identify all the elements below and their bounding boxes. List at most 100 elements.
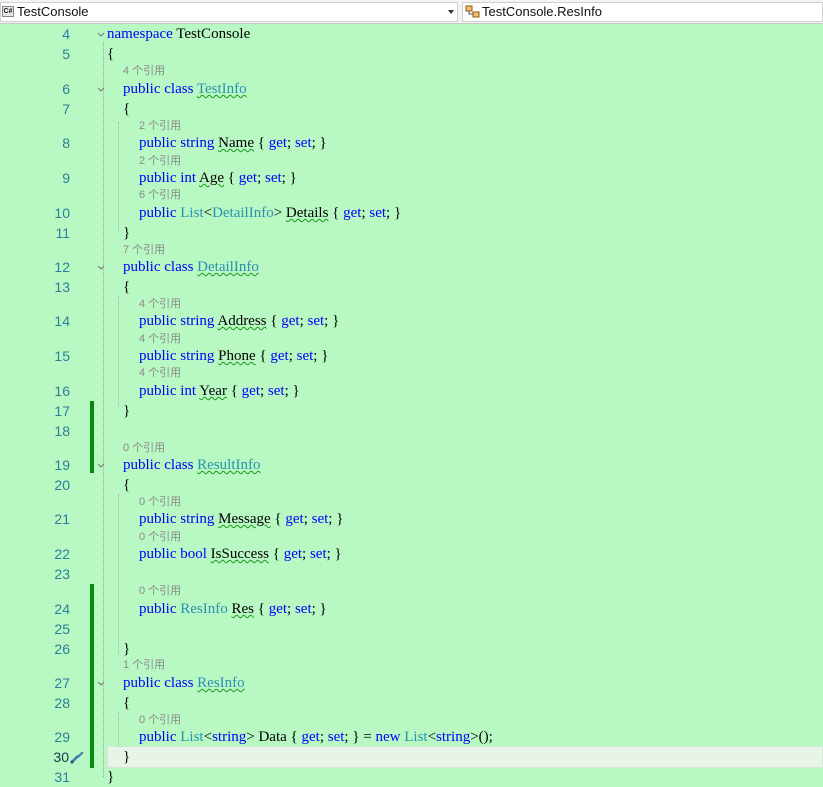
line-number: 26: [54, 641, 70, 657]
brace: {: [123, 695, 131, 711]
line-number: 30: [53, 749, 69, 765]
keyword: set: [264, 170, 282, 186]
codelens-references[interactable]: 2 个引用: [139, 154, 181, 168]
code-line: 22 public bool IsSuccess { get; set; }: [0, 544, 823, 564]
line-number: 28: [54, 695, 70, 711]
keyword: set: [296, 348, 314, 364]
codelens-references[interactable]: 0 个引用: [139, 584, 181, 598]
collapse-icon[interactable]: [97, 680, 105, 688]
line-number: 22: [54, 546, 70, 562]
keyword: get: [285, 511, 304, 527]
collapse-icon[interactable]: [97, 86, 105, 94]
code-line: 9 public int Age { get; set; }: [0, 168, 823, 188]
keyword: string: [212, 729, 247, 745]
line-number: 10: [54, 205, 70, 221]
keyword: public: [139, 348, 177, 364]
keyword: public: [139, 729, 177, 745]
keyword: get: [238, 170, 258, 186]
line-number: 12: [54, 259, 70, 275]
codelens-references[interactable]: 2 个引用: [139, 119, 181, 133]
navigation-bar: C# TestConsole TestConsole.ResInfo: [0, 0, 823, 24]
codelens-references[interactable]: 6 个引用: [139, 188, 181, 202]
code-editor[interactable]: 4 namespace TestConsole 5 { 4 个引用 6 publ…: [0, 24, 823, 785]
property-name: Age: [199, 170, 225, 186]
line-number: 21: [54, 511, 70, 527]
line-number: 17: [54, 403, 70, 419]
keyword: get: [268, 601, 288, 617]
keyword: class: [164, 457, 194, 473]
line-number: 4: [62, 26, 70, 42]
code-line: 29 public List<string> Data { get; set; …: [0, 727, 823, 747]
collapse-icon[interactable]: [97, 462, 105, 470]
code-line: 13 {: [0, 277, 823, 297]
codelens-references[interactable]: 4 个引用: [139, 332, 181, 346]
keyword: class: [164, 675, 194, 691]
line-number: 6: [62, 81, 70, 97]
chevron-down-icon[interactable]: [448, 10, 454, 14]
brace: {: [107, 46, 115, 62]
line-number: 8: [62, 135, 70, 151]
line-number: 16: [54, 383, 70, 399]
type-name: List: [180, 205, 204, 221]
class-name: TestInfo: [196, 81, 247, 97]
codelens-references[interactable]: 4 个引用: [139, 366, 181, 380]
class-name: ResInfo: [197, 675, 245, 691]
brace: }: [107, 769, 115, 785]
codelens-references[interactable]: 0 个引用: [139, 530, 181, 544]
code-line: 15 public string Phone { get; set; }: [0, 346, 823, 366]
code-line: 6 public class TestInfo: [0, 79, 823, 99]
line-number: 5: [62, 46, 70, 62]
keyword: get: [283, 546, 303, 562]
project-dropdown[interactable]: C# TestConsole: [0, 2, 458, 22]
keyword: get: [270, 348, 289, 364]
code-line-current: 30 }: [0, 747, 823, 767]
code-line: 25: [0, 619, 823, 639]
codelens-references[interactable]: 0 个引用: [123, 441, 165, 455]
keyword: class: [164, 81, 194, 97]
brace: }: [123, 749, 131, 765]
keyword: int: [180, 170, 197, 186]
brace: }: [123, 641, 131, 657]
line-number: 15: [54, 348, 70, 364]
class-name: DetailInfo: [197, 259, 259, 275]
line-number: 27: [54, 675, 70, 691]
codelens-references[interactable]: 0 个引用: [139, 713, 181, 727]
keyword: get: [268, 135, 288, 151]
collapse-icon[interactable]: [97, 264, 105, 272]
codelens-references[interactable]: 0 个引用: [139, 495, 181, 509]
keyword: int: [180, 383, 197, 399]
code-line: 20 {: [0, 475, 823, 495]
codelens-references[interactable]: 4 个引用: [139, 297, 181, 311]
property-name: Res: [231, 601, 255, 617]
brace: }: [123, 403, 131, 419]
type-name: ResInfo: [180, 601, 228, 617]
class-icon: [465, 4, 481, 20]
codelens-references[interactable]: 1 个引用: [123, 658, 165, 672]
type-name: DetailInfo: [212, 205, 274, 221]
project-dropdown-value: TestConsole: [17, 4, 89, 19]
keyword: public: [139, 601, 177, 617]
keyword: get: [343, 205, 362, 221]
keyword: public: [139, 205, 177, 221]
line-number: 23: [54, 566, 70, 582]
line-number: 25: [54, 621, 70, 637]
property-name: Data: [258, 729, 287, 745]
keyword: public: [123, 81, 161, 97]
code-line: 24 public ResInfo Res { get; set; }: [0, 599, 823, 619]
code-line: 8 public string Name { get; set; }: [0, 133, 823, 153]
collapse-icon[interactable]: [97, 31, 105, 39]
line-number: 29: [54, 729, 70, 745]
line-number: 31: [54, 769, 70, 785]
codelens-references[interactable]: 7 个引用: [123, 243, 165, 257]
codelens-references[interactable]: 4 个引用: [123, 64, 165, 78]
keyword: string: [180, 511, 215, 527]
quick-actions-brush-icon[interactable]: [69, 749, 85, 765]
code-line: 19 public class ResultInfo: [0, 455, 823, 475]
code-line: 14 public string Address { get; set; }: [0, 311, 823, 331]
code-line: 27 public class ResInfo: [0, 673, 823, 693]
line-number: 19: [54, 457, 70, 473]
member-dropdown[interactable]: TestConsole.ResInfo: [462, 2, 823, 22]
keyword: public: [123, 457, 161, 473]
keyword: get: [281, 313, 300, 329]
line-number: 20: [54, 477, 70, 493]
